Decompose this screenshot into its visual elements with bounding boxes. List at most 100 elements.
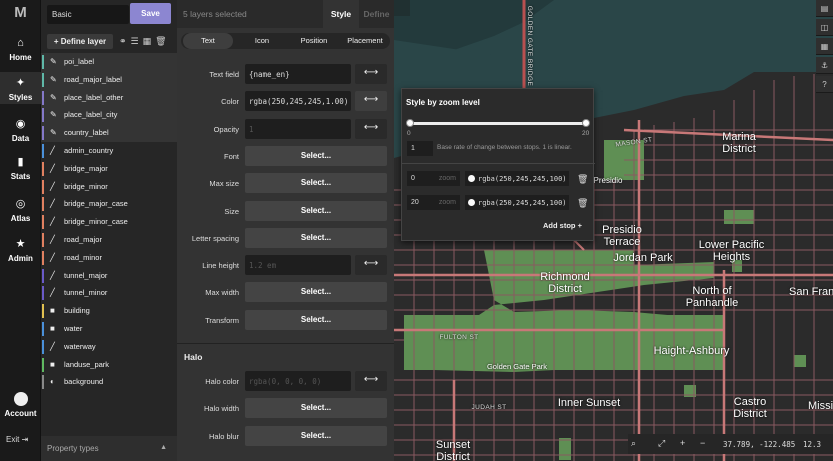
add-stop-button[interactable]: Add stop + [543, 221, 582, 230]
select-button[interactable]: Select... [245, 200, 387, 221]
nav-styles[interactable]: ✦ Styles [0, 72, 41, 104]
layer-item[interactable]: ✎ place_label_other [41, 88, 177, 107]
subtab-position[interactable]: Position [289, 33, 339, 49]
map-help-control[interactable]: ? [816, 76, 833, 93]
trash-icon[interactable]: 🗑 [577, 174, 588, 185]
subtab-placement[interactable]: Placement [341, 33, 389, 49]
layer-color-bar [42, 179, 44, 194]
subtab-text[interactable]: Text [183, 33, 233, 49]
stop-color-input[interactable]: rgba(250,245,245,100) [465, 195, 569, 210]
stop-zoom-input[interactable]: 20 zoom [407, 195, 460, 210]
zoom-function-toggle[interactable]: ⟷ [355, 64, 387, 84]
property-input[interactable]: {name_en} [245, 64, 351, 84]
select-button[interactable]: Select... [245, 282, 387, 303]
nav-stats[interactable]: ▮ Stats [0, 155, 41, 183]
layer-item[interactable]: ╱ road_minor [41, 249, 177, 267]
layer-item[interactable]: ◐ background [41, 373, 177, 391]
subtab-icon[interactable]: Icon [237, 33, 287, 49]
nav-rail: M ⌂ Home ✦ Styles ◉ Data ▮ Stats ◎ Atlas… [0, 0, 41, 461]
layer-item[interactable]: ╱ bridge_minor_case [41, 213, 177, 231]
search-icon[interactable]: ⌕ [631, 438, 636, 449]
list-icon[interactable]: ☰ [131, 36, 143, 46]
property-row: Halo color rgba(0, 0, 0, 0) ⟷ [177, 371, 394, 393]
layer-item[interactable]: ✎ road_major_label [41, 70, 177, 89]
select-button[interactable]: Select... [245, 173, 387, 194]
zoom-in-icon[interactable]: + [680, 438, 685, 448]
exit-button[interactable]: Exit ⇥ [6, 435, 28, 444]
layer-item[interactable]: ╱ tunnel_minor [41, 284, 177, 302]
app-logo: M [14, 4, 27, 21]
property-types-toggle[interactable]: Property types ▲ [41, 436, 177, 461]
zoom-function-toggle[interactable]: ⟷ [355, 255, 387, 276]
zoom-style-popup: Style by zoom level 0 20 1 Base rate of … [401, 88, 595, 241]
map-grid-control[interactable]: ▦ [816, 38, 833, 55]
help-icon: ? [822, 80, 827, 89]
zoom-function-toggle[interactable]: ⟷ [355, 118, 387, 139]
layer-item[interactable]: ╱ bridge_minor [41, 178, 177, 196]
property-input[interactable]: rgba(0, 0, 0, 0) [245, 371, 351, 391]
layer-item[interactable]: ╱ road_major [41, 231, 177, 249]
zoom-out-icon[interactable]: − [700, 438, 705, 448]
stop-color-input[interactable]: rgba(250,245,245,100) [465, 171, 569, 186]
map-status-bar: ⌕ ⤢ + − 37.789, -122.485 12.3 [628, 434, 833, 454]
tab-define[interactable]: Define [359, 0, 394, 28]
select-button[interactable]: Select... [245, 309, 387, 330]
map-label-presidio: Presidio [593, 176, 623, 185]
nav-label: Home [9, 53, 32, 62]
property-label: Transform [205, 315, 239, 325]
select-button[interactable]: Select... [245, 227, 387, 248]
tab-style[interactable]: Style [323, 0, 359, 28]
layer-item[interactable]: ✎ place_label_city [41, 106, 177, 125]
color-swatch[interactable] [468, 175, 475, 182]
define-layer-button[interactable]: + Define layer [47, 34, 113, 49]
fullscreen-icon[interactable]: ⤢ [658, 438, 665, 449]
color-swatch[interactable] [468, 199, 475, 206]
link-icon[interactable]: ⚭ [119, 36, 131, 46]
layer-item[interactable]: ╱ waterway [41, 338, 177, 356]
layer-item[interactable]: ■ building [41, 302, 177, 320]
exit-icon: ⇥ [21, 435, 29, 444]
property-input[interactable]: rgba(250,245,245,1.00) [245, 91, 351, 112]
nav-home[interactable]: ⌂ Home [0, 36, 41, 64]
map-inspect-control[interactable]: ◫ [816, 19, 833, 36]
editor-header: 5 layers selected Style Define [177, 0, 394, 28]
layer-item[interactable]: ✎ country_label [41, 124, 177, 142]
nav-data[interactable]: ◉ Data [0, 117, 41, 145]
base-rate-input[interactable]: 1 [407, 141, 433, 156]
stop-zoom-input[interactable]: 0 zoom [407, 171, 460, 186]
layer-item[interactable]: ✎ poi_label [41, 53, 177, 71]
line-icon: ╱ [50, 270, 55, 280]
map-label-lower-pacific-heights: Lower Pacific Heights [698, 239, 765, 263]
save-button[interactable]: Save [130, 3, 171, 24]
grid-icon[interactable]: ▦ [143, 36, 156, 46]
zoom-function-toggle[interactable]: ⟷ [355, 91, 387, 112]
layer-item[interactable]: ╱ tunnel_major [41, 267, 177, 285]
zoom-range-handle-min[interactable] [406, 119, 414, 127]
property-label: Letter spacing [191, 233, 239, 243]
property-row: Line height 1.2 em ⟷ [177, 255, 394, 277]
map-label-presidio-terrace: Presidio Terrace [602, 224, 642, 248]
nav-label: Admin [8, 254, 33, 263]
property-input[interactable]: 1.2 em [245, 255, 351, 276]
trash-icon[interactable]: 🗑 [155, 36, 170, 46]
layer-item[interactable]: ╱ bridge_major [41, 160, 177, 178]
layer-item[interactable]: ╱ bridge_major_case [41, 195, 177, 213]
text-icon: ✎ [50, 92, 57, 102]
trash-icon[interactable]: 🗑 [577, 198, 588, 209]
layer-item[interactable]: ■ water [41, 320, 177, 338]
map-layers-control[interactable]: ▤ [816, 0, 833, 17]
style-name-input[interactable]: Basic [47, 5, 129, 24]
nav-account[interactable]: Account [0, 392, 41, 422]
nav-atlas[interactable]: ◎ Atlas [0, 197, 41, 225]
nav-admin[interactable]: ★ Admin [0, 237, 41, 265]
property-input[interactable]: 1 [245, 118, 351, 139]
zoom-function-toggle[interactable]: ⟷ [355, 371, 387, 391]
select-button[interactable]: Select... [245, 398, 387, 419]
zoom-range-track[interactable] [409, 122, 586, 125]
map-share-control[interactable]: ⚓ [816, 57, 833, 74]
select-button[interactable]: Select... [245, 145, 387, 166]
select-button[interactable]: Select... [245, 425, 387, 446]
zoom-range-handle-max[interactable] [582, 119, 590, 127]
layer-item[interactable]: ╱ admin_country [41, 142, 177, 160]
layer-item[interactable]: ■ landuse_park [41, 356, 177, 374]
